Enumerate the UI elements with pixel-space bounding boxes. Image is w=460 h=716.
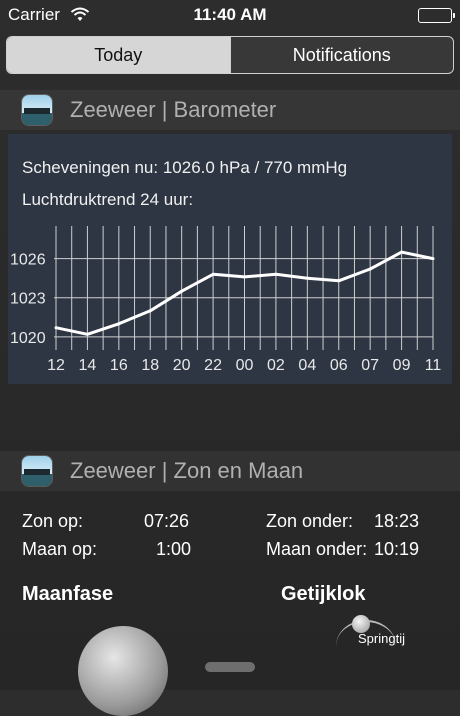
barometer-panel[interactable]: Scheveningen nu: 1026.0 hPa / 770 mmHg L… [8, 134, 452, 384]
moonphase-title: Maanfase [22, 583, 114, 605]
moonset-label: Maan onder: [266, 539, 368, 559]
x-tick-label: 12 [47, 357, 65, 374]
pressure-point [211, 272, 215, 276]
moonset-value: 10:19 [374, 539, 420, 559]
today-notifications-segmented-control[interactable]: Today Notifications [6, 36, 454, 74]
x-tick-label: 18 [141, 357, 159, 374]
x-tick-label: 20 [173, 357, 191, 374]
moon-phase-image [78, 626, 168, 716]
moonrise-label: Maan op: [22, 539, 98, 559]
pressure-point [431, 257, 435, 261]
x-tick-label: 00 [236, 357, 254, 374]
tab-today[interactable]: Today [7, 37, 230, 73]
pressure-point [305, 276, 309, 280]
battery-icon [418, 8, 455, 23]
sunset-value: 18:23 [374, 511, 420, 531]
x-tick-label: 06 [330, 357, 348, 374]
y-tick-label: 1026 [10, 252, 46, 269]
sunrise-value: 07:26 [144, 511, 190, 531]
barometer-widget-header[interactable]: Zeeweer | Barometer [0, 90, 460, 130]
x-tick-label: 02 [267, 357, 285, 374]
tide-label: Springtij [358, 631, 405, 646]
sunset-label: Zon onder: [266, 511, 354, 531]
barometer-widget-title: Zeeweer | Barometer [70, 97, 277, 122]
pressure-point [180, 289, 184, 293]
pressure-point [54, 326, 58, 330]
x-tick-label: 22 [204, 357, 222, 374]
y-tick-label: 1023 [10, 291, 46, 308]
moonrise-value: 1:00 [156, 539, 192, 559]
tab-notifications[interactable]: Notifications [229, 37, 453, 73]
pressure-point [85, 332, 89, 336]
pressure-point [400, 250, 404, 254]
sun-moon-widget-header[interactable]: Zeeweer | Zon en Maan [0, 451, 460, 491]
zeeweer-app-icon [22, 456, 52, 486]
sun-moon-widget-title: Zeeweer | Zon en Maan [70, 458, 304, 483]
x-tick-label: 07 [361, 357, 379, 374]
pressure-point [148, 309, 152, 313]
sunrise-label: Zon op: [22, 511, 84, 531]
pressure-point [368, 267, 372, 271]
pull-handle[interactable] [205, 662, 255, 672]
y-tick-label: 1020 [10, 330, 46, 347]
x-tick-label: 16 [110, 357, 128, 374]
x-tick-label: 11 [425, 357, 442, 374]
zeeweer-app-icon [22, 95, 52, 125]
clock: 11:40 AM [193, 5, 267, 24]
pressure-point [117, 322, 121, 326]
pressure-point [274, 272, 278, 276]
tideclock-title: Getijklok [281, 583, 366, 605]
x-tick-label: 09 [393, 357, 411, 374]
pressure-point [337, 279, 341, 283]
status-bar: Carrier 11:40 AM [0, 0, 460, 30]
pressure-trend-chart: 1026 1023 102012 14 16 18 20 22 00 02 04 06 07 09 11 [10, 226, 442, 374]
x-tick-label: 04 [298, 357, 316, 374]
pressure-point [243, 275, 246, 279]
x-tick-label: 14 [79, 357, 97, 374]
